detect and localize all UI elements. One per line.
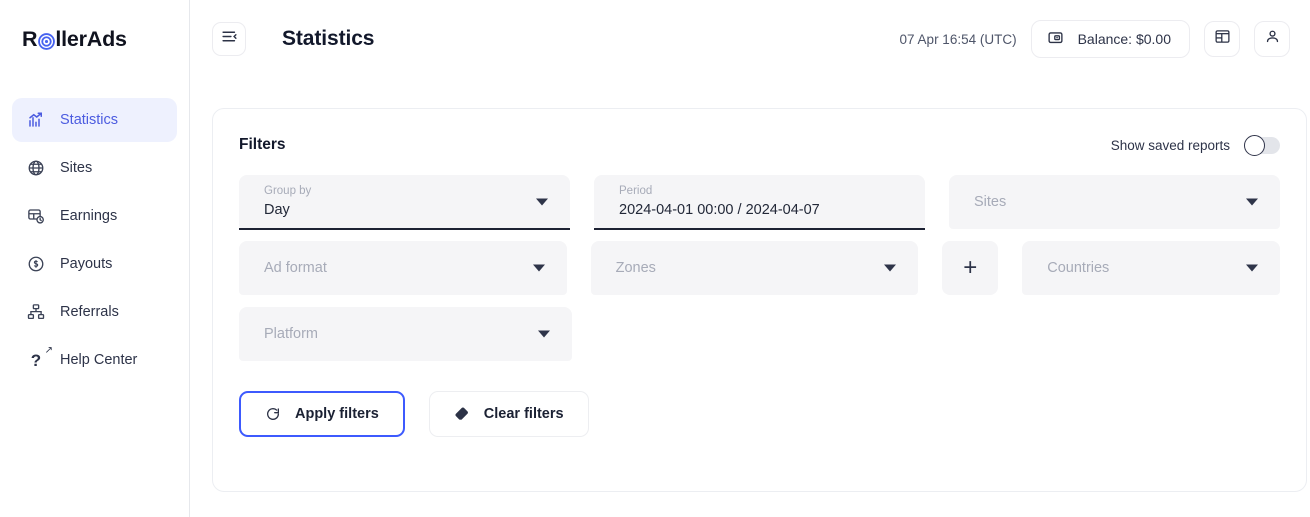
org-tree-icon <box>26 302 46 322</box>
filter-row: Ad format Zones + Countries <box>239 241 1281 295</box>
zones-placeholder: Zones <box>615 259 656 276</box>
sidebar-item-label: Payouts <box>60 255 113 272</box>
collapse-menu-icon <box>221 28 238 50</box>
chevron-down-icon <box>536 198 548 206</box>
period-input[interactable]: Period 2024-04-01 00:00 / 2024-04-07 <box>594 175 925 230</box>
apply-filters-label: Apply filters <box>295 406 379 422</box>
saved-reports-toggle[interactable] <box>1244 134 1280 156</box>
sites-placeholder: Sites <box>974 193 1007 210</box>
app-root: R llerAds Statistics Sites Earnings Payo… <box>0 0 1310 517</box>
chevron-down-icon <box>884 264 897 272</box>
sidebar-item-label: Earnings <box>60 207 118 224</box>
countries-select[interactable]: Countries <box>1022 241 1281 295</box>
group-by-select[interactable]: Group by Day <box>239 175 570 230</box>
chevron-down-icon <box>1246 264 1259 272</box>
news-panel-button[interactable] <box>1204 21 1240 57</box>
toggle-knob <box>1244 134 1265 156</box>
utc-clock: 07 Apr 16:54 (UTC) <box>899 31 1017 47</box>
top-bar: Statistics 07 Apr 16:54 (UTC) Balance: $… <box>190 0 1310 78</box>
clear-filters-label: Clear filters <box>483 406 564 422</box>
sidebar-item-help-center[interactable]: ? ↗ Help Center <box>12 338 177 382</box>
sidebar-item-label: Statistics <box>60 111 119 128</box>
period-label: Period <box>619 185 653 197</box>
brand-name-prefix: R <box>22 26 38 51</box>
sidebar-item-label: Referrals <box>60 303 119 320</box>
balance-button[interactable]: Balance: $0.00 <box>1030 20 1190 58</box>
user-icon <box>1264 28 1281 50</box>
sites-select[interactable]: Sites <box>949 175 1280 229</box>
collapse-menu-button[interactable] <box>212 22 246 56</box>
account-button[interactable] <box>1254 21 1290 57</box>
filter-actions: Apply filters Clear filters <box>239 391 1280 437</box>
clear-filters-button[interactable]: Clear filters <box>428 391 589 437</box>
group-by-value: Day <box>264 201 290 218</box>
news-panel-icon <box>1214 28 1231 50</box>
sidebar-item-sites[interactable]: Sites <box>12 146 177 190</box>
zones-select[interactable]: Zones <box>590 241 919 295</box>
filters-card: Filters Show saved reports Group by Day <box>212 108 1307 492</box>
bar-chart-trend-icon <box>26 110 46 130</box>
group-by-label: Group by <box>264 185 312 197</box>
saved-reports-label: Show saved reports <box>1110 137 1230 153</box>
countries-placeholder: Countries <box>1047 259 1110 276</box>
question-external-link-icon: ? ↗ <box>30 345 53 370</box>
main-content: Statistics 07 Apr 16:54 (UTC) Balance: $… <box>190 0 1310 517</box>
page-title: Statistics <box>282 27 375 50</box>
platform-select[interactable]: Platform <box>239 307 572 361</box>
saved-reports-control: Show saved reports <box>1110 134 1280 156</box>
top-bar-actions: 07 Apr 16:54 (UTC) Balance: $0.00 <box>900 20 1290 58</box>
platform-placeholder: Platform <box>264 325 318 342</box>
sidebar-nav: Statistics Sites Earnings Payouts Referr… <box>0 78 189 382</box>
apply-filters-button[interactable]: Apply filters <box>239 391 405 437</box>
coin-dollar-icon <box>26 254 46 274</box>
chevron-down-icon <box>532 264 545 272</box>
sidebar: R llerAds Statistics Sites Earnings Payo… <box>0 0 190 517</box>
globe-icon <box>26 158 46 178</box>
sidebar-item-referrals[interactable]: Referrals <box>12 290 177 334</box>
table-clock-icon <box>26 206 46 226</box>
brand-logo[interactable]: R llerAds <box>0 0 189 78</box>
sidebar-item-label: Sites <box>60 159 93 176</box>
filter-row: Group by Day Period 2024-04-01 00:00 / 2… <box>239 175 1280 230</box>
balance-label: Balance: $0.00 <box>1077 31 1171 47</box>
bullseye-icon <box>37 32 55 50</box>
plus-icon: + <box>963 254 978 281</box>
chevron-down-icon <box>1246 198 1258 206</box>
add-filter-button[interactable]: + <box>942 241 999 295</box>
filter-row: Platform <box>239 307 1280 361</box>
refresh-icon <box>265 406 281 422</box>
sidebar-item-label: Help Center <box>60 351 138 368</box>
ad-format-placeholder: Ad format <box>264 259 327 276</box>
sidebar-item-statistics[interactable]: Statistics <box>12 98 177 142</box>
brand-name-suffix: llerAds <box>55 26 127 51</box>
chevron-down-icon <box>538 330 550 338</box>
period-value: 2024-04-01 00:00 / 2024-04-07 <box>619 201 820 218</box>
sidebar-item-payouts[interactable]: Payouts <box>12 242 177 286</box>
wallet-icon <box>1047 29 1064 49</box>
ad-format-select[interactable]: Ad format <box>239 241 567 295</box>
filters-card-header: Filters Show saved reports <box>239 131 1280 159</box>
eraser-icon <box>454 406 470 422</box>
filter-fields: Group by Day Period 2024-04-01 00:00 / 2… <box>239 175 1281 361</box>
filters-title: Filters <box>239 136 286 153</box>
sidebar-item-earnings[interactable]: Earnings <box>12 194 177 238</box>
